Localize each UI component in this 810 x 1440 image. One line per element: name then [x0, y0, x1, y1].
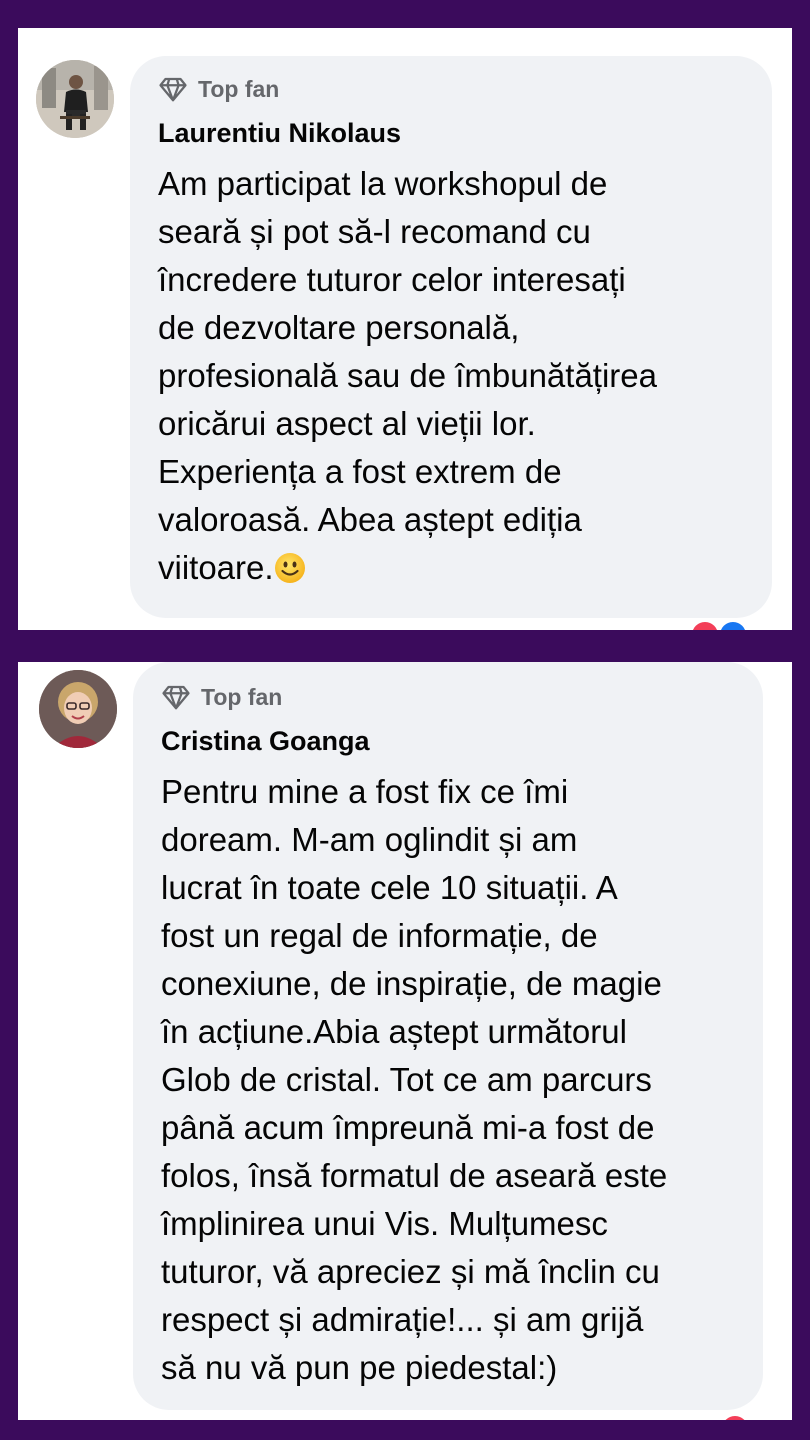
smiling-face-emoji: [274, 553, 305, 583]
avatar-photo: [36, 60, 114, 138]
comment-body: Am participat la workshopul de seară și …: [158, 165, 657, 586]
badge-label: Top fan: [198, 75, 280, 102]
diamond-icon: [159, 77, 187, 102]
avatar[interactable]: [36, 60, 114, 138]
comment-text: Am participat la workshopul de seară și …: [158, 160, 748, 592]
comment-card: Top fan Cristina Goanga Pentru mine a fo…: [18, 662, 792, 1420]
avatar-photo: [39, 670, 117, 748]
top-fan-badge: Top fan: [158, 73, 279, 105]
badge-label: Top fan: [201, 683, 283, 710]
top-fan-badge: Top fan: [161, 681, 282, 713]
comment-card: Top fan Laurentiu Nikolaus Am participat…: [18, 28, 792, 630]
comment-author[interactable]: Laurentiu Nikolaus: [158, 118, 401, 149]
avatar[interactable]: [39, 670, 117, 748]
comment-text: Pentru mine a fost fix ce îmi doream. M-…: [161, 773, 668, 1386]
comment-bubble: Top fan Cristina Goanga Pentru mine a fo…: [133, 662, 763, 1410]
comment-author[interactable]: Cristina Goanga: [161, 726, 370, 757]
love-reaction-icon[interactable]: [690, 620, 720, 630]
diamond-icon: [162, 685, 190, 710]
like-reaction-icon[interactable]: [718, 620, 748, 630]
comment-bubble: Top fan Laurentiu Nikolaus Am participat…: [130, 56, 772, 618]
love-reaction-icon[interactable]: [720, 1414, 750, 1420]
